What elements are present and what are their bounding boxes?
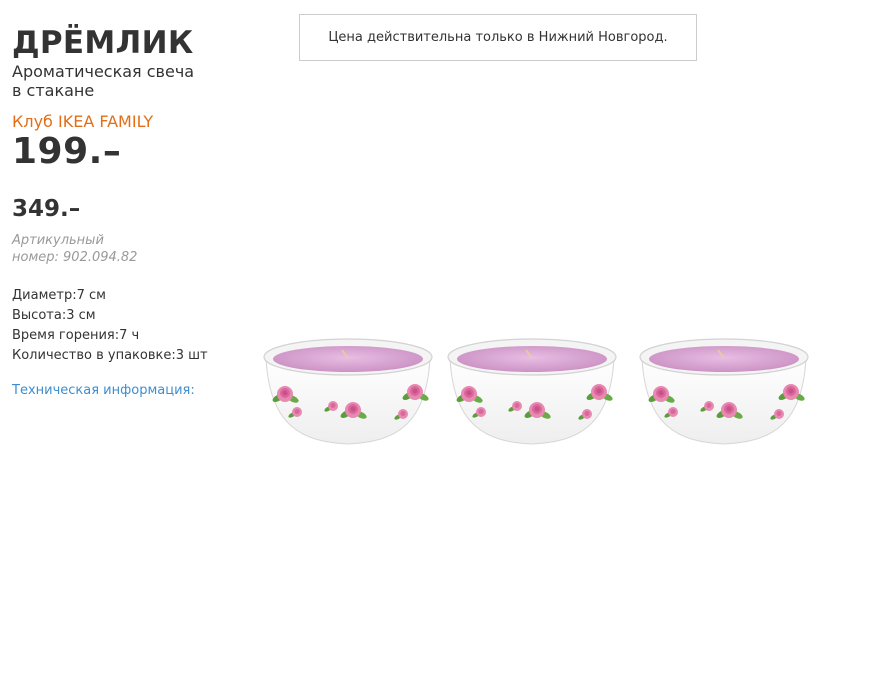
candle-bowls-image	[255, 330, 820, 455]
spec-package-quantity: Количество в упаковке:3 шт	[12, 348, 208, 363]
family-price: 199.–	[12, 131, 122, 172]
spec-height: Высота:3 см	[12, 308, 96, 323]
product-info: ДРЁМЛИК Ароматическая свеча в стакане Кл…	[12, 0, 252, 400]
price-notice: Цена действительна только в Нижний Новго…	[299, 14, 697, 61]
regular-price: 349.–	[12, 196, 81, 222]
spec-list: Диаметр:7 см Высота:3 см Время горения:7…	[12, 286, 252, 366]
article-line: Артикульный	[12, 233, 104, 248]
product-subtitle: Ароматическая свеча в стакане	[12, 62, 252, 100]
subtitle-line: в стакане	[12, 81, 95, 100]
product-title: ДРЁМЛИК	[12, 25, 194, 61]
article-number: Артикульный номер: 902.094.82	[12, 232, 252, 266]
technical-info-link[interactable]: Техническая информация:	[12, 382, 195, 400]
spec-diameter: Диаметр:7 см	[12, 288, 106, 303]
subtitle-line: Ароматическая свеча	[12, 62, 195, 81]
ikea-family-label: Клуб IKEA FAMILY	[12, 112, 154, 131]
article-line: номер: 902.094.82	[12, 250, 138, 265]
spec-burn-time: Время горения:7 ч	[12, 328, 140, 343]
